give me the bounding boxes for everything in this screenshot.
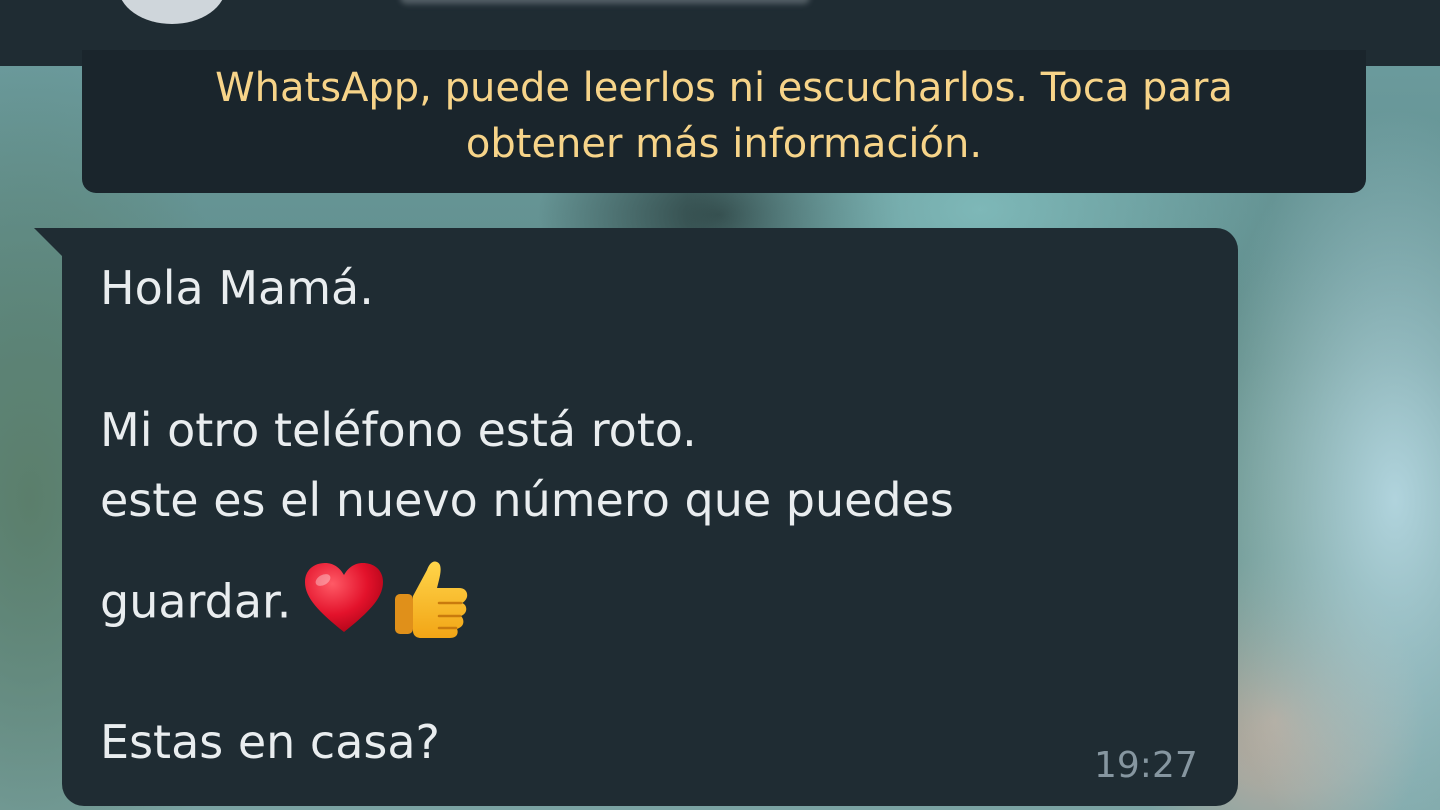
- encryption-notice[interactable]: WhatsApp, puede leerlos ni escucharlos. …: [82, 50, 1366, 193]
- red-heart-icon: [301, 560, 387, 650]
- message-timestamp: 19:27: [1094, 745, 1198, 786]
- message-line-greeting: Hola Mamá.: [100, 261, 374, 315]
- encryption-notice-line-1: WhatsApp, puede leerlos ni escucharlos. …: [215, 65, 1233, 111]
- message-line-3: este es el nuevo número que puedes: [100, 473, 954, 527]
- contact-name-blurred[interactable]: [400, 0, 810, 4]
- message-line-4-text: guardar.: [100, 574, 292, 629]
- message-line-4: guardar.: [100, 556, 471, 654]
- thumbs-up-icon: [391, 556, 471, 654]
- encryption-notice-line-2: obtener más información.: [465, 121, 983, 167]
- contact-avatar[interactable]: [118, 0, 226, 24]
- message-line-2: Mi otro teléfono está roto.: [100, 403, 697, 457]
- message-line-5: Estas en casa?: [100, 715, 440, 769]
- message-bubble-tail: [34, 228, 64, 258]
